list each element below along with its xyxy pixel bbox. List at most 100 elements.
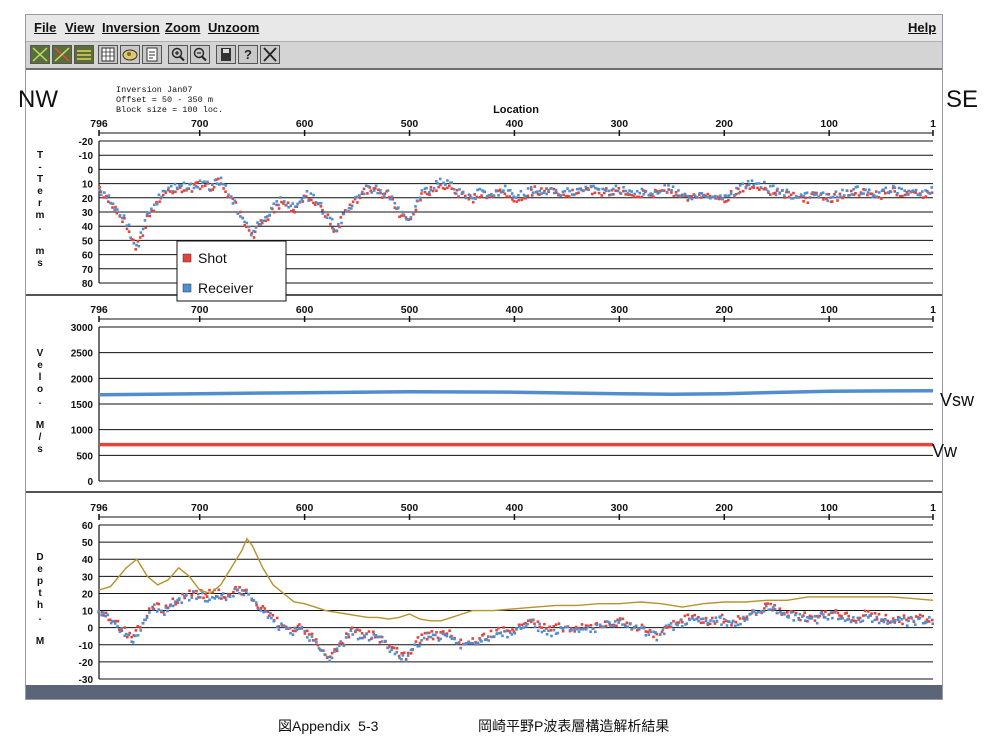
receiver-point [776,187,779,191]
shot-point [425,638,429,641]
receiver-point [617,621,620,624]
receiver-point [376,191,379,195]
receiver-point [618,191,622,195]
receiver-point [499,191,503,194]
shot-point [212,185,216,189]
panel-t-term: 796 700 600 500 400 300 200 100 1 -20 -10 0 10 20 30 40… [26,118,942,296]
y-tick-label: 1000 [71,426,94,437]
shot-point [789,193,793,197]
receiver-point [157,608,160,611]
receiver-point [815,193,818,196]
receiver-point [236,212,239,215]
shot-point [439,631,442,634]
receiver-point [257,607,260,610]
receiver-point [494,189,498,193]
receiver-point [889,620,893,623]
receiver-point [715,619,719,623]
receiver-point [330,217,334,221]
receiver-point [739,622,742,626]
receiver-point [752,183,755,187]
receiver-point [676,623,679,627]
receiver-point [337,223,340,226]
receiver-point [497,194,500,197]
shot-point [224,190,227,193]
panel-depth: 796 700 600 500 400 300 200 100 1 -30 -20 -10 0 10 20 3… [36,502,936,685]
shot-point [803,611,806,614]
receiver-point [540,630,544,634]
receiver-point [428,191,431,194]
shot-point [190,593,193,597]
shot-point [255,603,258,607]
x-tick-label: 500 [401,118,419,130]
shot-point [419,198,422,202]
receiver-point [370,636,374,640]
shot-point [202,596,205,600]
shot-point [138,236,142,239]
receiver-point [878,191,881,194]
receiver-point [697,619,700,623]
receiver-point [886,191,890,194]
receiver-point [554,188,558,192]
receiver-point [103,191,106,194]
shot-point [884,192,887,195]
y-tick-label: 60 [82,521,94,532]
receiver-point [269,611,272,615]
receiver-point [192,590,195,593]
receiver-point [434,633,437,637]
receiver-point [566,187,569,190]
receiver-point [533,625,537,629]
x-tick-label: 100 [820,304,838,316]
receiver-point [445,634,449,638]
shot-point [211,188,214,191]
receiver-point [307,199,310,202]
receiver-point [618,618,622,622]
receiver-point [111,619,115,623]
shot-point [831,200,834,203]
shot-point [291,629,295,633]
receiver-point [822,613,825,616]
shot-point [439,183,442,187]
shot-point [435,189,438,192]
shot-point [720,613,724,617]
shot-point [402,651,406,655]
receiver-point [552,191,556,195]
receiver-point [536,629,540,633]
receiver-point [245,221,249,225]
receiver-point [909,615,913,619]
x-tick-label: 400 [506,304,524,316]
shot-point [508,195,511,198]
receiver-point [653,190,657,193]
x-tick-label: 1 [930,502,936,514]
receiver-point [905,624,909,627]
receiver-point [247,225,251,229]
receiver-point [547,629,550,633]
y-tick-label: -30 [79,675,94,685]
receiver-point [900,187,904,191]
receiver-point [277,203,280,207]
receiver-point [406,218,410,221]
receiver-point [589,184,593,188]
receiver-point [640,187,644,191]
receiver-point [344,636,348,639]
shot-point [252,236,256,239]
receiver-point [111,202,115,205]
receiver-point [797,618,801,621]
y-axis-title-char: l [39,372,42,383]
receiver-point [526,187,530,190]
receiver-point [401,654,405,657]
receiver-point [634,624,638,628]
shot-point [264,219,267,223]
shot-point [505,195,509,198]
shot-point [625,621,629,625]
receiver-point [143,219,147,222]
shot-point [136,240,140,243]
receiver-point [306,636,309,639]
receiver-point [439,637,442,641]
receiver-point [812,193,816,197]
shot-point [420,633,424,636]
receiver-point [680,625,684,628]
receiver-point [709,619,712,622]
receiver-point [432,186,436,190]
receiver-point [510,633,514,636]
receiver-point [622,186,625,189]
